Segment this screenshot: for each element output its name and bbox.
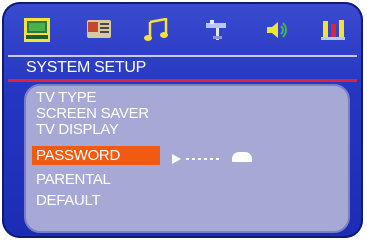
audio-music-icon[interactable] [144,17,170,42]
lock-icon[interactable] [232,152,252,162]
system-setup-icon[interactable] [24,18,50,42]
menu-panel: TV TYPE SCREEN SAVER TV DISPLAY PASSWORD… [24,84,350,233]
icon-bar-divider [8,55,357,57]
dvd-setup-screen: SYSTEM SETUP TV TYPE SCREEN SAVER TV DIS… [2,2,363,238]
video-antenna-icon[interactable] [204,18,230,42]
submenu-arrow-icon [172,154,181,164]
title-underline [8,79,357,82]
menu-item-tv-display[interactable]: TV DISPLAY [36,120,119,139]
page-title: SYSTEM SETUP [26,59,146,76]
menu-item-password[interactable]: PASSWORD [32,146,160,165]
preference-icon[interactable] [320,18,346,42]
dotted-leader [186,158,220,160]
menu-item-default[interactable]: DEFAULT [36,191,101,210]
title-bar: SYSTEM SETUP [22,58,342,80]
menu-item-parental[interactable]: PARENTAL [36,170,111,189]
setup-icon-bar [2,2,363,56]
speaker-icon[interactable] [264,18,290,42]
language-icon[interactable] [86,18,112,42]
